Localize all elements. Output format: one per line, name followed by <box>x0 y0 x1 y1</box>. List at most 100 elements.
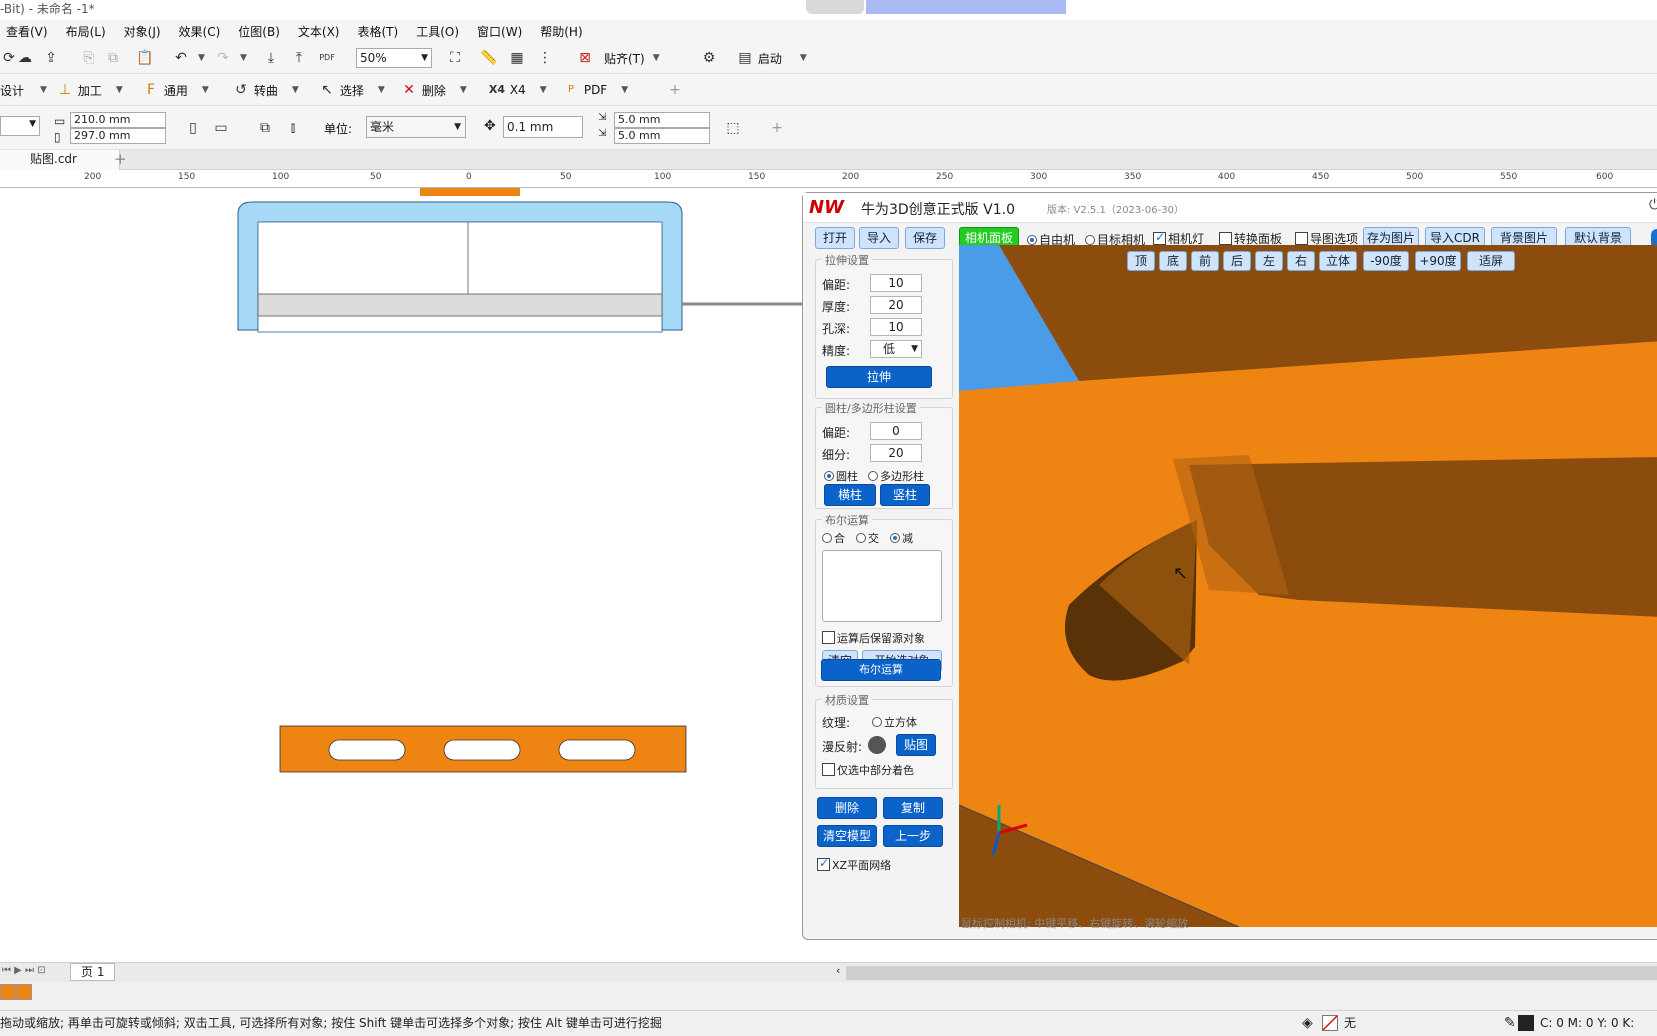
map-texture-button[interactable]: 贴图 <box>896 734 936 756</box>
settings-icon[interactable]: ⚙ <box>700 46 718 70</box>
import-icon[interactable]: ⤓ <box>262 46 280 70</box>
undo-step-button[interactable]: 上一步 <box>883 825 943 847</box>
delete-dropdown[interactable]: ✕ 删除 ▼ <box>400 78 467 102</box>
process-dropdown[interactable]: ⊥ 加工 ▼ <box>56 78 123 102</box>
thickness-input[interactable]: 20 <box>870 296 922 314</box>
redo-icon[interactable]: ↷ ▼ <box>214 46 247 70</box>
page-tab[interactable]: 页 1 <box>70 963 116 981</box>
menu-bitmap[interactable]: 位图(B) <box>232 23 292 40</box>
menu-table[interactable]: 表格(T) <box>352 23 411 40</box>
dup-y-field[interactable]: 5.0 mm <box>614 128 710 144</box>
page-nav-icons[interactable]: ⏮ ▶ ⏭ ⊡ <box>2 965 46 976</box>
delete-model-button[interactable]: 删除 <box>817 797 877 819</box>
grid-icon[interactable]: ▦ <box>508 46 526 70</box>
current-page-icon[interactable]: ⫾ <box>284 116 302 140</box>
view-3d-button[interactable]: 立体 <box>1319 251 1357 271</box>
cut-icon[interactable]: ⎘ <box>80 46 98 70</box>
horizontal-ruler[interactable]: 200 150 100 50 0 50 100 150 200 250 300 … <box>0 170 1657 188</box>
selected-objects-list[interactable] <box>822 550 942 622</box>
polygon-radio[interactable]: 多边形柱 <box>868 468 924 484</box>
menu-view[interactable]: 查看(V) <box>0 23 60 40</box>
horizontal-column-button[interactable]: 横柱 <box>824 484 876 506</box>
snap-off-icon[interactable]: ⊠ <box>576 46 594 70</box>
vertical-column-button[interactable]: 竖柱 <box>880 484 930 506</box>
rotate-plus-90-button[interactable]: +90度 <box>1415 251 1461 271</box>
curve-dropdown[interactable]: ↺ 转曲 ▼ <box>232 78 299 102</box>
cube-radio[interactable]: 立方体 <box>872 714 917 730</box>
keep-source-checkbox[interactable]: 运算后保留源对象 <box>822 630 925 646</box>
menu-object[interactable]: 对象(J) <box>118 23 173 40</box>
union-radio[interactable]: 合 <box>822 530 845 546</box>
view-right-button[interactable]: 右 <box>1287 251 1315 271</box>
fullscreen-icon[interactable]: ⛶ <box>446 46 464 70</box>
view-top-button[interactable]: 顶 <box>1127 251 1155 271</box>
page-height-field[interactable]: 297.0 mm <box>70 128 166 144</box>
clear-model-button[interactable]: 清空模型 <box>817 825 877 847</box>
fit-screen-button[interactable]: 适屏 <box>1467 251 1515 271</box>
subtract-radio[interactable]: 减 <box>890 530 913 546</box>
zoom-field[interactable]: 50% ▼ <box>356 48 432 68</box>
precision-select[interactable]: 低 ▼ <box>870 340 922 358</box>
partial-color-checkbox[interactable]: 仅选中部分着色 <box>822 762 914 778</box>
nudge-field[interactable]: 0.1 mm <box>503 116 583 138</box>
export-file-icon[interactable]: ⤒ <box>290 46 308 70</box>
cyl-offset-input[interactable]: 0 <box>870 422 922 440</box>
save-button[interactable]: 保存 <box>905 227 945 249</box>
menu-text[interactable]: 文本(X) <box>292 23 352 40</box>
xz-grid-checkbox[interactable]: XZ平面网络 <box>817 856 891 873</box>
menu-help[interactable]: 帮助(H) <box>534 23 594 40</box>
landscape-icon[interactable]: ▭ <box>212 116 230 140</box>
pdf-dropdown[interactable]: P PDF ▼ <box>562 78 628 102</box>
power-icon[interactable]: ⏻ <box>1649 197 1657 213</box>
document-tab[interactable]: 贴图.cdr <box>0 150 120 170</box>
cloud-upload-icon[interactable]: ☁ <box>16 46 34 70</box>
view-left-button[interactable]: 左 <box>1255 251 1283 271</box>
menu-layout[interactable]: 布局(L) <box>60 23 118 40</box>
copy-model-button[interactable]: 复制 <box>883 797 943 819</box>
open-button[interactable]: 打开 <box>815 227 855 249</box>
menu-effects[interactable]: 效果(C) <box>173 23 233 40</box>
intersect-radio[interactable]: 交 <box>856 530 879 546</box>
menu-window[interactable]: 窗口(W) <box>471 23 534 40</box>
x4-dropdown[interactable]: X4 X4 ▼ <box>488 78 547 102</box>
unit-dropdown[interactable]: 毫米 ▼ <box>366 116 466 138</box>
add-toolbar-icon[interactable]: + <box>666 78 684 102</box>
all-pages-icon[interactable]: ⧉ <box>256 116 274 140</box>
design-dropdown[interactable]: 设计 ▼ <box>0 78 47 102</box>
pdf-icon[interactable]: PDF <box>318 46 336 70</box>
rotate-minus-90-button[interactable]: -90度 <box>1363 251 1409 271</box>
preset-dropdown[interactable]: ▼ <box>0 116 40 136</box>
import-button[interactable]: 导入 <box>859 227 899 249</box>
guides-icon[interactable]: ⋮ <box>536 46 554 70</box>
treat-as-filled-icon[interactable]: ⬚ <box>724 116 742 140</box>
extrude-button[interactable]: 拉伸 <box>826 366 932 388</box>
hole-depth-input[interactable]: 10 <box>870 318 922 336</box>
scroll-left-icon[interactable]: ‹ <box>836 964 840 977</box>
portrait-icon[interactable]: ▯ <box>184 116 202 140</box>
export-icon[interactable]: ⇪ <box>42 46 60 70</box>
3d-viewport[interactable]: 顶 底 前 后 左 右 立体 -90度 +90度 适屏 ↖ <box>959 245 1657 927</box>
paste-icon[interactable]: 📋 <box>136 46 154 70</box>
boolean-run-button[interactable]: 布尔运算 <box>821 659 941 681</box>
dup-x-field[interactable]: 5.0 mm <box>614 112 710 128</box>
palette-swatch[interactable] <box>0 984 16 1000</box>
offset-input[interactable]: 10 <box>870 274 922 292</box>
horizontal-scrollbar[interactable] <box>846 966 1657 980</box>
launch-dropdown[interactable]: ▤ 启动 ▼ <box>736 46 806 70</box>
general-dropdown[interactable]: F 通用 ▼ <box>142 78 209 102</box>
add-toolbar-icon-2[interactable]: + <box>768 116 786 140</box>
view-bottom-button[interactable]: 底 <box>1159 251 1187 271</box>
view-front-button[interactable]: 前 <box>1191 251 1219 271</box>
copy-icon[interactable]: ⧉ <box>104 46 122 70</box>
page-width-field[interactable]: 210.0 mm <box>70 112 166 128</box>
cylinder-radio[interactable]: 圆柱 <box>824 468 858 484</box>
new-tab-icon[interactable]: + <box>114 150 130 170</box>
subdiv-input[interactable]: 20 <box>870 444 922 462</box>
diffuse-color-swatch[interactable] <box>868 736 886 754</box>
menu-tools[interactable]: 工具(O) <box>410 23 471 40</box>
select-dropdown[interactable]: ↖ 选择 ▼ <box>318 78 385 102</box>
palette-swatch[interactable] <box>16 984 32 1000</box>
undo-icon[interactable]: ↶ ▼ <box>172 46 205 70</box>
snap-dropdown[interactable]: 贴齐(T) ▼ <box>604 46 660 70</box>
rulers-icon[interactable]: 📏 <box>480 46 498 70</box>
